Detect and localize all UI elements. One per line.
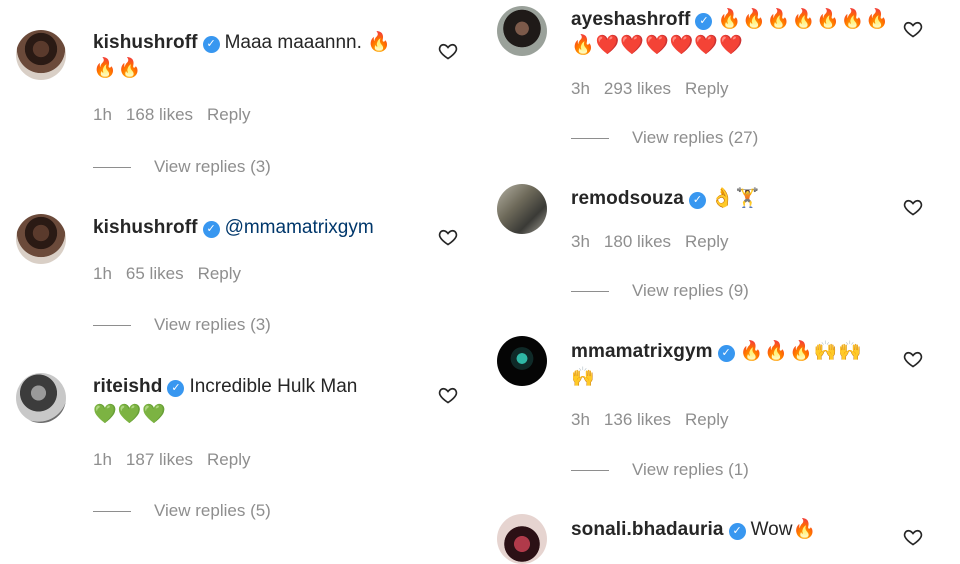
comment-emoji: 🔥🔥🔥🔥🔥🔥🔥 <box>717 9 891 30</box>
view-replies-button[interactable]: View replies (3) <box>93 315 271 335</box>
comment-emoji: 🔥 <box>792 519 818 540</box>
divider <box>93 166 131 168</box>
avatar[interactable] <box>16 214 66 264</box>
comment-username[interactable]: mmamatrixgym <box>571 341 713 362</box>
comment-meta: 1h 65 likes Reply <box>93 264 255 284</box>
heart-icon[interactable] <box>438 227 458 247</box>
divider <box>571 290 609 292</box>
reply-button[interactable]: Reply <box>685 232 728 251</box>
comment-emoji: 🔥 <box>367 32 392 53</box>
avatar[interactable] <box>497 6 547 56</box>
view-replies-label: View replies (27) <box>632 128 759 147</box>
comment-text: Maaa maaannn. <box>224 32 368 53</box>
verified-badge-icon: ✓ <box>728 523 746 540</box>
comment-emoji-line2: 🙌 <box>571 367 596 388</box>
comment-likes[interactable]: 65 likes <box>126 264 184 283</box>
comment-emoji: 🔥🔥🔥🙌🙌 <box>739 341 863 362</box>
avatar[interactable] <box>497 336 547 386</box>
view-replies-button[interactable]: View replies (5) <box>93 501 271 521</box>
heart-icon[interactable] <box>438 385 458 405</box>
view-replies-label: View replies (3) <box>154 315 271 334</box>
reply-button[interactable]: Reply <box>207 450 250 469</box>
comment-meta: 1h 168 likes Reply <box>93 105 265 125</box>
comment-meta: 3h 293 likes Reply <box>571 79 743 99</box>
comment-emoji-line2: 🔥❤️❤️❤️❤️❤️❤️ <box>571 35 744 56</box>
comment-likes[interactable]: 187 likes <box>126 450 193 469</box>
avatar[interactable] <box>16 30 66 80</box>
comment-mention-link[interactable]: @mmamatrixgym <box>225 217 374 238</box>
reply-button[interactable]: Reply <box>685 410 728 429</box>
comment-username[interactable]: remodsouza <box>571 188 684 209</box>
reply-button[interactable]: Reply <box>207 105 250 124</box>
comment-likes[interactable]: 180 likes <box>604 232 671 251</box>
divider <box>571 469 609 471</box>
verified-badge-icon: ✓ <box>202 221 220 238</box>
comment-username[interactable]: riteishd <box>93 376 162 397</box>
comment-emoji-line2: 🔥🔥 <box>93 58 143 79</box>
verified-badge-icon: ✓ <box>202 36 220 53</box>
heart-icon[interactable] <box>903 349 923 369</box>
divider <box>571 137 609 139</box>
comment-time: 3h <box>571 232 590 251</box>
verified-badge-icon: ✓ <box>695 13 713 30</box>
comment-time: 1h <box>93 105 112 124</box>
view-replies-button[interactable]: View replies (27) <box>571 128 758 148</box>
heart-icon[interactable] <box>903 527 923 547</box>
comment-text: Wow <box>750 519 793 540</box>
divider <box>93 324 131 326</box>
reply-button[interactable]: Reply <box>198 264 241 283</box>
comment-time: 3h <box>571 410 590 429</box>
comment-meta: 3h 180 likes Reply <box>571 232 743 252</box>
comment-likes[interactable]: 136 likes <box>604 410 671 429</box>
comment-likes[interactable]: 168 likes <box>126 105 193 124</box>
reply-button[interactable]: Reply <box>685 79 728 98</box>
heart-icon[interactable] <box>903 19 923 39</box>
comment-time: 1h <box>93 264 112 283</box>
view-replies-label: View replies (1) <box>632 460 749 479</box>
comment-time: 1h <box>93 450 112 469</box>
view-replies-button[interactable]: View replies (1) <box>571 460 749 480</box>
comment-likes[interactable]: 293 likes <box>604 79 671 98</box>
heart-icon[interactable] <box>903 197 923 217</box>
view-replies-button[interactable]: View replies (9) <box>571 281 749 301</box>
verified-badge-icon: ✓ <box>688 192 706 209</box>
avatar[interactable] <box>497 514 547 564</box>
comment-username[interactable]: sonali.bhadauria <box>571 519 724 540</box>
comment-username[interactable]: ayeshashroff <box>571 9 690 30</box>
comment-emoji-line2: 💚💚💚 <box>93 404 167 425</box>
comment-meta: 3h 136 likes Reply <box>571 410 743 430</box>
avatar[interactable] <box>16 373 66 423</box>
comment-username[interactable]: kishushroff <box>93 32 198 53</box>
avatar[interactable] <box>497 184 547 234</box>
view-replies-label: View replies (3) <box>154 157 271 176</box>
comment-text: Incredible Hulk Man <box>189 376 358 397</box>
comment-time: 3h <box>571 79 590 98</box>
comment-emoji: 👌🏋 <box>710 188 761 209</box>
divider <box>93 510 131 512</box>
view-replies-label: View replies (9) <box>632 281 749 300</box>
comment-meta: 1h 187 likes Reply <box>93 450 265 470</box>
heart-icon[interactable] <box>438 41 458 61</box>
view-replies-label: View replies (5) <box>154 501 271 520</box>
verified-badge-icon: ✓ <box>167 380 185 397</box>
comment-username[interactable]: kishushroff <box>93 217 198 238</box>
view-replies-button[interactable]: View replies (3) <box>93 157 271 177</box>
verified-badge-icon: ✓ <box>717 345 735 362</box>
